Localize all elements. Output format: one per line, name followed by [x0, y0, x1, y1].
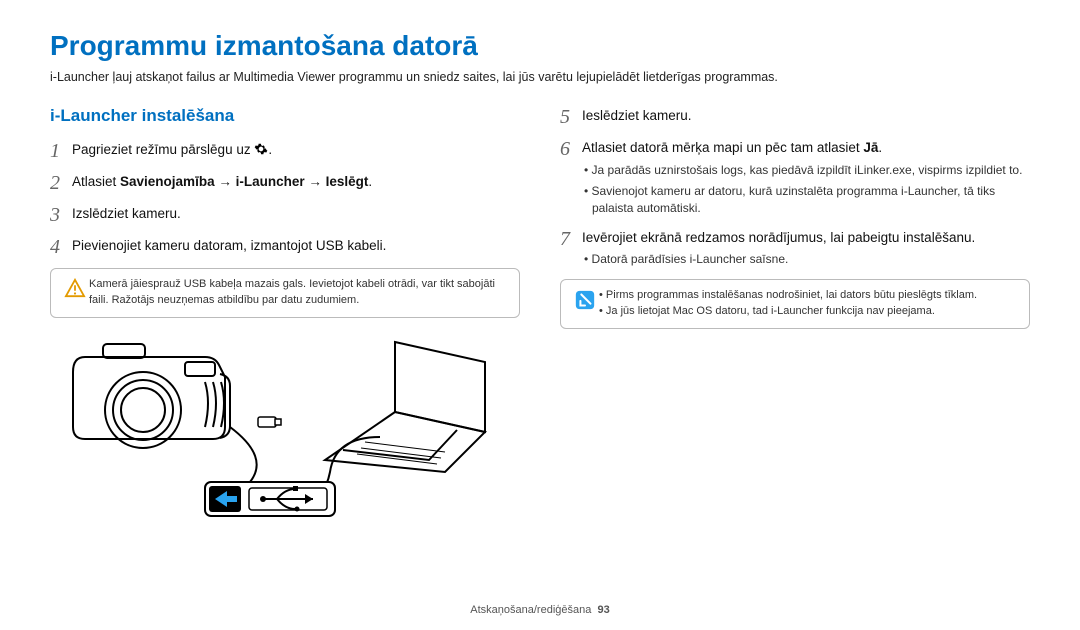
- step-sub: Ja parādās uznirstošais logs, kas piedāv…: [582, 162, 1030, 179]
- step-text-post: .: [268, 142, 272, 157]
- step-number: 3: [50, 204, 72, 226]
- step-text: Izslēdziet kameru.: [72, 204, 520, 224]
- step-1: 1 Pagrieziet režīmu pārslēgu uz .: [50, 140, 520, 162]
- intro-text: i-Launcher ļauj atskaņot failus ar Multi…: [50, 70, 1030, 84]
- step-6: 6 Atlasiet datorā mērķa mapi un pēc tam …: [560, 138, 1030, 218]
- step-sub: Datorā parādīsies i-Launcher saīsne.: [582, 251, 1030, 268]
- page-footer: Atskaņošana/rediģēšana 93: [0, 604, 1080, 616]
- step-3: 3 Izslēdziet kameru.: [50, 204, 520, 226]
- right-column: 5 Ieslēdziet kameru. 6 Atlasiet datorā m…: [560, 106, 1030, 532]
- camera-laptop-illustration: [50, 332, 520, 532]
- page-number: 93: [597, 604, 609, 616]
- step-text: Ieslēdziet kameru.: [582, 106, 1030, 126]
- warning-icon: [61, 277, 89, 298]
- step-number: 4: [50, 236, 72, 258]
- step-number: 5: [560, 106, 582, 128]
- step-text: Pievienojiet kameru datoram, izmantojot …: [72, 236, 520, 256]
- step-text: Atlasiet datorā mērķa mapi un pēc tam at…: [582, 140, 882, 155]
- step-2: 2 Atlasiet Savienojamība → i-Launcher → …: [50, 172, 520, 194]
- page-title: Programmu izmantošana datorā: [50, 30, 1030, 62]
- note-icon: [571, 288, 599, 311]
- section-heading: i-Launcher instalēšana: [50, 106, 520, 126]
- info-callout: Pirms programmas instalēšanas nodrošinie…: [560, 279, 1030, 329]
- info-item: Ja jūs lietojat Mac OS datoru, tad i-Lau…: [599, 304, 977, 320]
- step-text: Atlasiet Savienojamība → i-Launcher → Ie…: [72, 172, 520, 192]
- footer-section: Atskaņošana/rediģēšana: [470, 604, 591, 616]
- step-number: 2: [50, 172, 72, 194]
- info-item: Pirms programmas instalēšanas nodrošinie…: [599, 288, 977, 304]
- warning-callout: Kamerā jāiesprauž USB kabeļa mazais gals…: [50, 268, 520, 318]
- left-column: i-Launcher instalēšana 1 Pagrieziet režī…: [50, 106, 520, 532]
- step-7: 7 Ievērojiet ekrānā redzamos norādījumus…: [560, 228, 1030, 269]
- step-number: 7: [560, 228, 582, 250]
- gear-icon: [254, 142, 268, 156]
- step-text-pre: Pagrieziet režīmu pārslēgu uz: [72, 142, 254, 157]
- step-4: 4 Pievienojiet kameru datoram, izmantojo…: [50, 236, 520, 258]
- step-sub: Savienojot kameru ar datoru, kurā uzinst…: [582, 183, 1030, 218]
- step-text: Ievērojiet ekrānā redzamos norādījumus, …: [582, 230, 975, 245]
- step-number: 1: [50, 140, 72, 162]
- warning-text: Kamerā jāiesprauž USB kabeļa mazais gals…: [89, 277, 509, 309]
- step-5: 5 Ieslēdziet kameru.: [560, 106, 1030, 128]
- step-number: 6: [560, 138, 582, 160]
